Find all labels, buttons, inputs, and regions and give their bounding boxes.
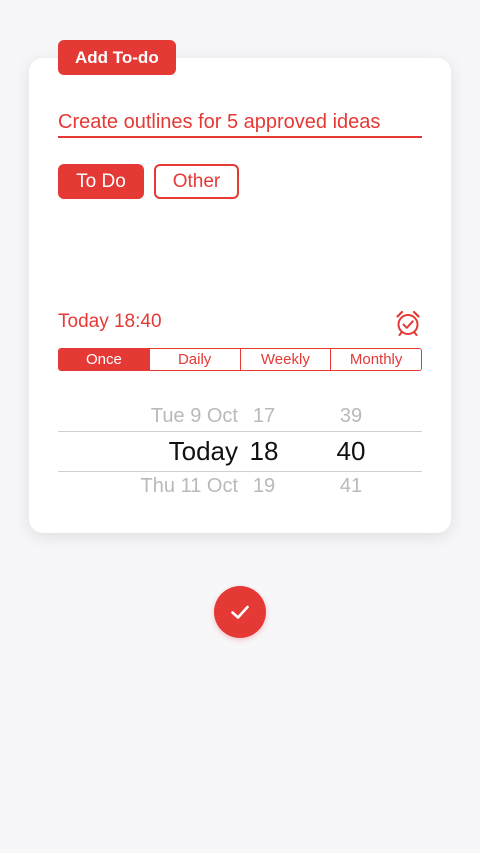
repeat-segmented-control: Once Daily Weekly Monthly [58, 348, 422, 371]
category-todo-button[interactable]: To Do [58, 164, 144, 199]
picker-hour-selected[interactable]: 18 [229, 436, 299, 467]
add-todo-screen: Add To-do To Do Other Today 18:40 Once D… [0, 0, 480, 853]
repeat-monthly-segment[interactable]: Monthly [331, 349, 421, 370]
datetime-picker[interactable]: Tue 9 Oct Today Thu 11 Oct 17 18 19 39 4… [58, 396, 422, 512]
picker-hour-next[interactable]: 19 [229, 475, 299, 498]
picker-minute-selected[interactable]: 40 [316, 436, 386, 467]
picker-minute-next[interactable]: 41 [316, 475, 386, 498]
picker-hour-prev[interactable]: 17 [229, 405, 299, 428]
add-todo-title-tag: Add To-do [58, 40, 176, 75]
category-other-label: Other [172, 171, 221, 192]
picker-date-next[interactable]: Thu 11 Oct [141, 475, 238, 498]
category-other-button[interactable]: Other [154, 164, 239, 199]
picker-date-prev[interactable]: Tue 9 Oct [151, 405, 238, 428]
picker-divider-bottom [58, 471, 422, 472]
checkmark-icon [231, 605, 249, 619]
confirm-button[interactable] [214, 586, 266, 638]
repeat-daily-segment[interactable]: Daily [149, 349, 241, 370]
add-todo-card: To Do Other Today 18:40 Once Daily Weekl… [29, 58, 451, 533]
picker-divider-top [58, 431, 422, 432]
repeat-once-segment[interactable]: Once [59, 349, 150, 370]
reminder-datetime-label: Today 18:40 [58, 311, 162, 332]
picker-minute-prev[interactable]: 39 [316, 405, 386, 428]
picker-date-selected[interactable]: Today [169, 436, 238, 467]
todo-text-input[interactable] [58, 108, 422, 138]
repeat-weekly-segment[interactable]: Weekly [240, 349, 332, 370]
alarm-check-icon[interactable] [394, 309, 422, 337]
category-todo-label: To Do [76, 171, 126, 192]
